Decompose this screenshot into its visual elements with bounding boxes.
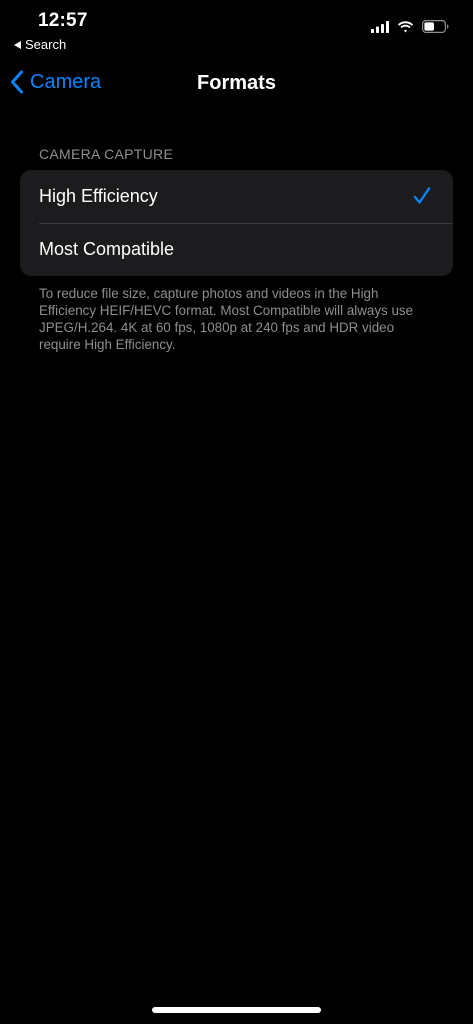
- page-title: Formats: [197, 72, 276, 94]
- wifi-icon: [398, 20, 413, 32]
- back-to-app-label: Search: [25, 37, 67, 52]
- back-to-app-button[interactable]: Search: [14, 37, 66, 52]
- home-indicator[interactable]: [152, 1007, 321, 1013]
- status-icons: [371, 20, 449, 33]
- battery-icon: [422, 20, 449, 33]
- checkmark-icon: [413, 187, 431, 204]
- status-time: 12:57: [38, 10, 88, 31]
- cellular-signal-icon: [371, 20, 389, 33]
- option-label: Most Compatible: [39, 239, 175, 259]
- navigation-bar: Camera Formats: [0, 62, 473, 106]
- back-triangle-icon: [14, 40, 21, 49]
- format-options-group: High Efficiency Most Compatible: [20, 170, 453, 276]
- section-footer: To reduce file size, capture photos and …: [39, 286, 414, 352]
- option-high-efficiency[interactable]: High Efficiency: [20, 170, 453, 223]
- option-most-compatible[interactable]: Most Compatible: [20, 223, 453, 276]
- section-header: CAMERA CAPTURE: [39, 146, 174, 162]
- status-bar: 12:57 Search: [0, 0, 473, 60]
- option-label: High Efficiency: [39, 186, 158, 206]
